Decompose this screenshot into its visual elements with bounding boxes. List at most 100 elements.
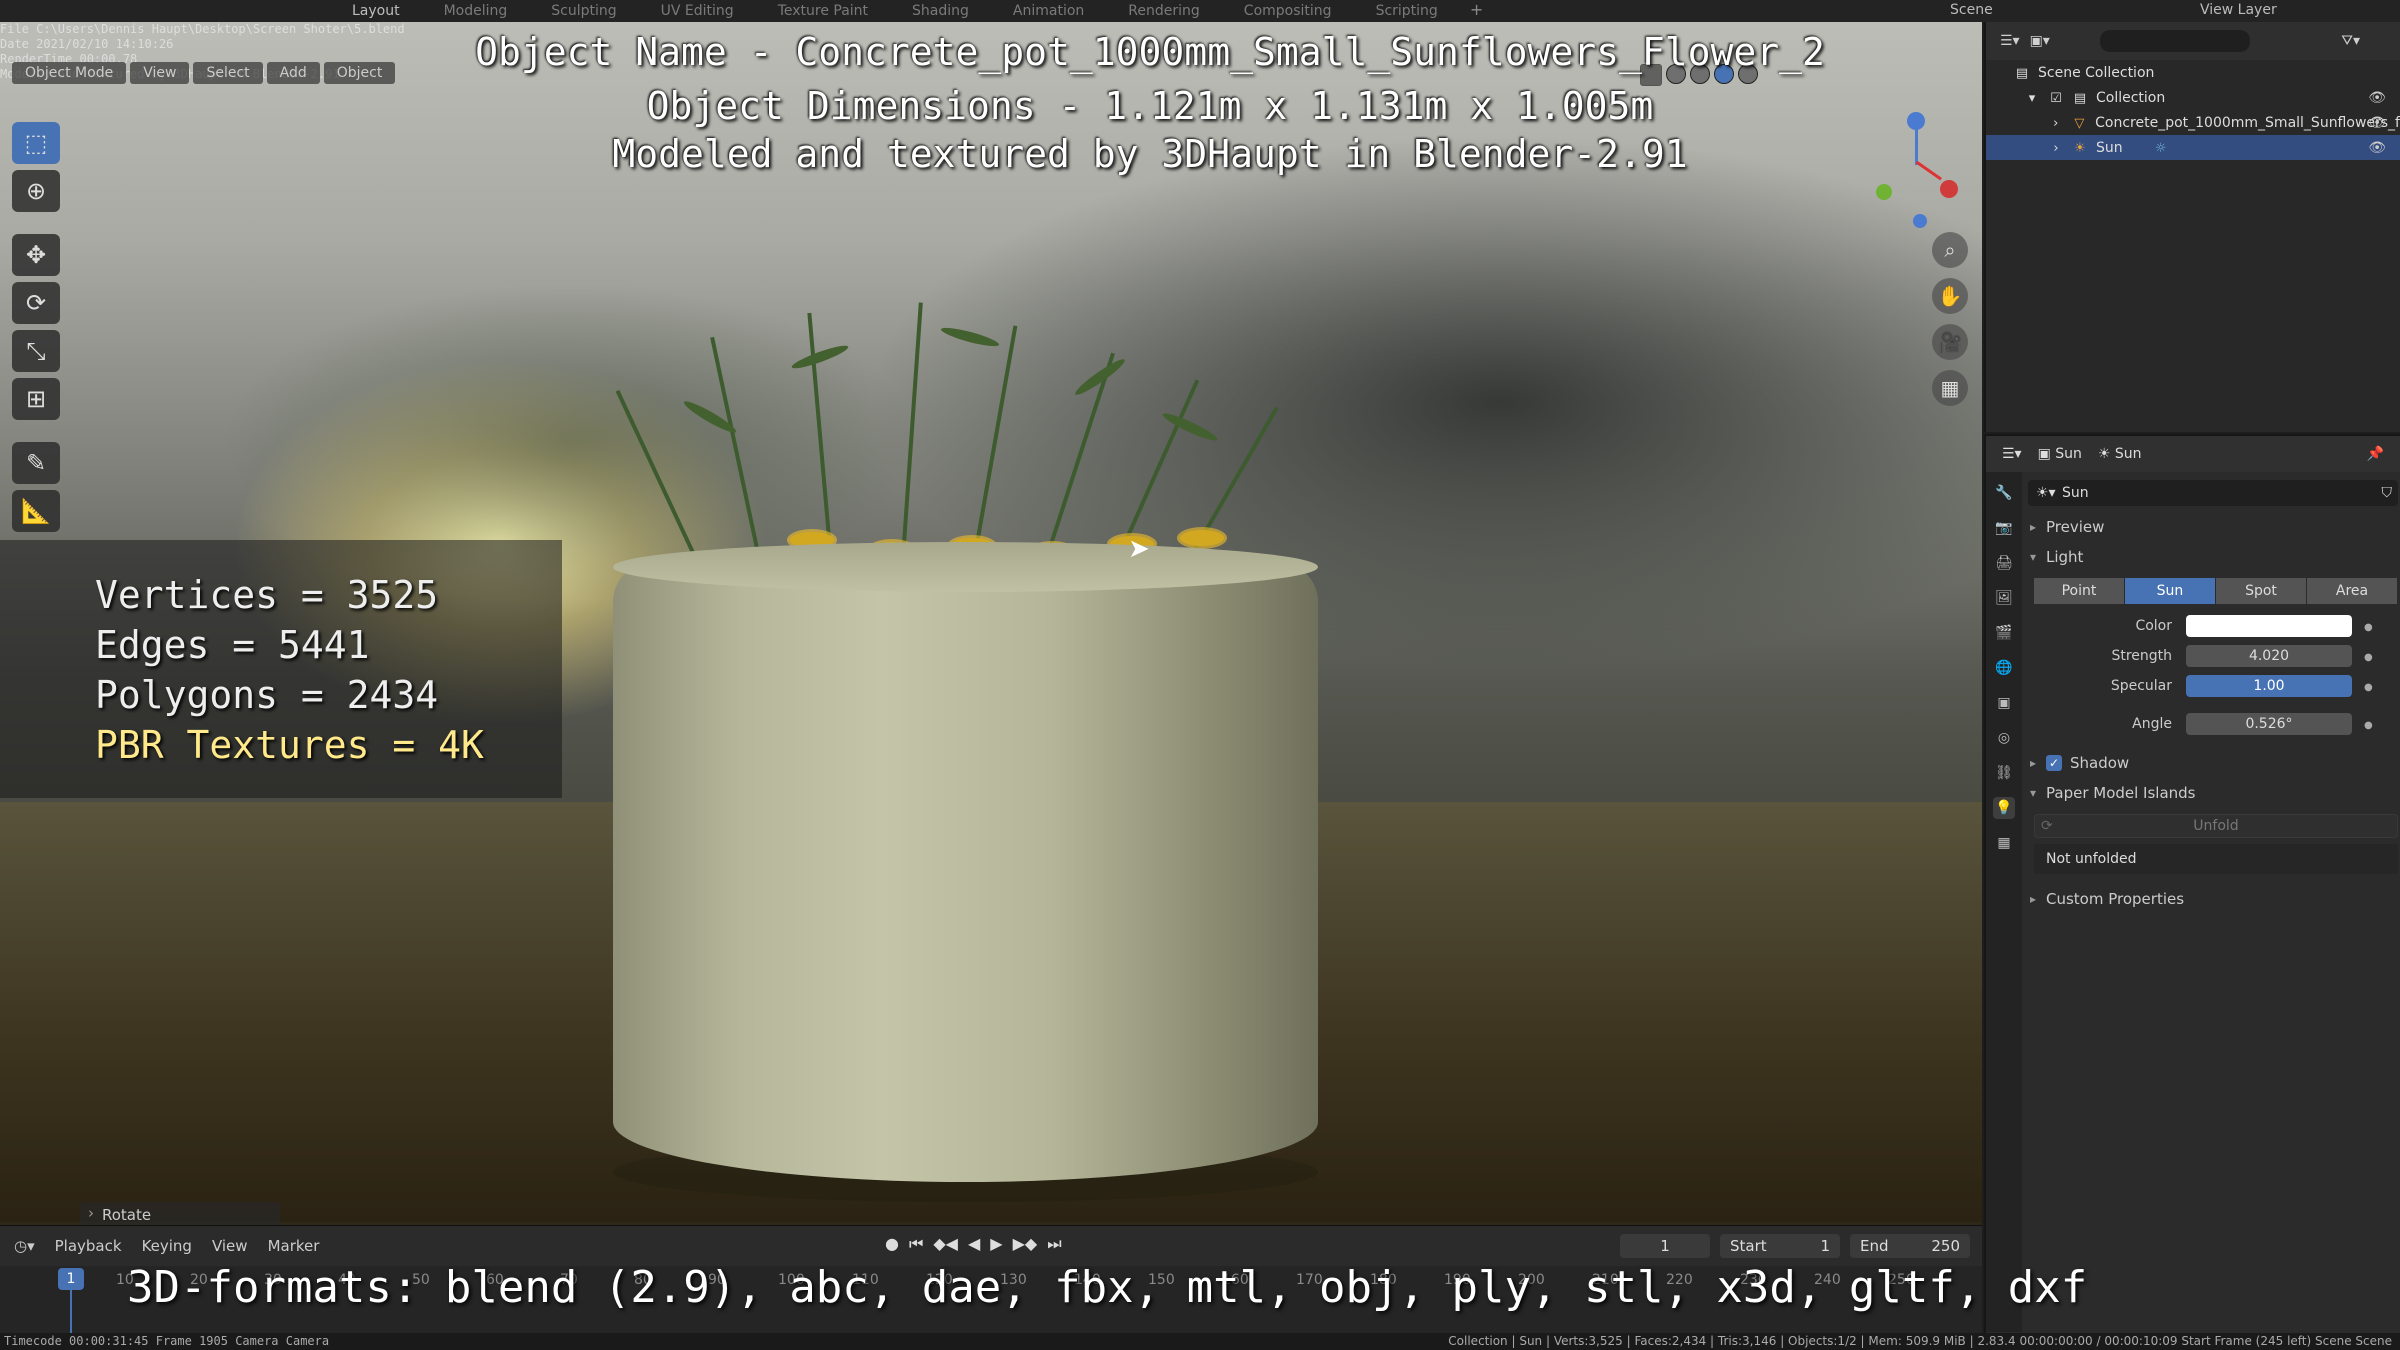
- navigation-gizmo[interactable]: [1860, 102, 1970, 228]
- pan-hand-icon[interactable]: ✋: [1932, 278, 1968, 314]
- z-axis-icon[interactable]: [1907, 112, 1925, 130]
- y-axis-icon[interactable]: [1876, 184, 1892, 200]
- tab-scripting[interactable]: Scripting: [1354, 0, 1460, 22]
- zoom-icon[interactable]: ⌕: [1932, 232, 1968, 268]
- tab-shading[interactable]: Shading: [890, 0, 991, 22]
- measure-tool-icon[interactable]: 📐: [12, 490, 60, 532]
- tab-uv-editing[interactable]: UV Editing: [639, 0, 756, 22]
- last-operator-panel[interactable]: Rotate: [80, 1202, 280, 1225]
- world-tab-icon[interactable]: 🌐: [1993, 657, 2015, 679]
- scene-collection-row[interactable]: ▤ Scene Collection: [1986, 60, 2400, 85]
- camera-view-icon[interactable]: 🎥: [1932, 324, 1968, 360]
- select-box-icon[interactable]: ⬚: [12, 122, 60, 164]
- checkbox-icon[interactable]: ☑: [2048, 91, 2064, 106]
- keyframe-dot-icon[interactable]: ●: [2364, 652, 2373, 663]
- light-datablock-field[interactable]: ☀▾ Sun ⛉: [2028, 480, 2398, 506]
- transform-tool-icon[interactable]: ⊞: [12, 378, 60, 420]
- 3d-viewport[interactable]: ➤ File C:\Users\Dennis Haupt\Desktop\Scr…: [0, 22, 1982, 1225]
- tab-rendering[interactable]: Rendering: [1106, 0, 1222, 22]
- visibility-eye-icon[interactable]: 👁: [2368, 115, 2386, 131]
- play-icon[interactable]: ▶: [990, 1234, 1002, 1254]
- tab-compositing[interactable]: Compositing: [1222, 0, 1354, 22]
- tab-animation[interactable]: Animation: [991, 0, 1106, 22]
- scene-selector[interactable]: Scene: [1920, 0, 2100, 22]
- rotate-tool-icon[interactable]: ⟳: [12, 282, 60, 324]
- shadow-checkbox[interactable]: ✓: [2046, 755, 2062, 771]
- constraints-tab-icon[interactable]: ⛓: [1993, 762, 2015, 784]
- refresh-icon[interactable]: ⟳: [2041, 818, 2053, 834]
- tab-sculpting[interactable]: Sculpting: [529, 0, 638, 22]
- light-data-tab-icon[interactable]: 💡: [1993, 797, 2015, 819]
- keyframe-dot-icon[interactable]: ●: [2364, 622, 2373, 633]
- annotate-tool-icon[interactable]: ✎: [12, 442, 60, 484]
- view-menu-timeline[interactable]: View: [202, 1237, 258, 1255]
- light-type-point[interactable]: Point: [2034, 578, 2125, 604]
- outliner-item[interactable]: › ▽ Concrete_pot_1000mm_Small_Sunflowers…: [1986, 110, 2400, 135]
- visibility-eye-icon[interactable]: 👁: [2368, 90, 2386, 106]
- x-axis-icon[interactable]: [1940, 180, 1958, 198]
- light-panel-header[interactable]: ▾ Light: [2028, 542, 2398, 572]
- shadow-panel-header[interactable]: ▸ ✓ Shadow: [2028, 748, 2398, 778]
- play-reverse-icon[interactable]: ◀: [968, 1234, 980, 1254]
- pin-icon[interactable]: 📌: [2367, 446, 2384, 462]
- collection-row[interactable]: ▾ ☑ ▤ Collection 👁: [1986, 85, 2400, 110]
- view-layer-selector[interactable]: View Layer: [2170, 0, 2370, 22]
- scale-tool-icon[interactable]: ⤡: [12, 330, 60, 372]
- current-frame-field[interactable]: 1: [1620, 1234, 1710, 1258]
- add-workspace-button[interactable]: +: [1460, 0, 1493, 22]
- jump-start-icon[interactable]: ⏮: [909, 1234, 923, 1254]
- perspective-toggle-icon[interactable]: ▦: [1932, 370, 1968, 406]
- marker-menu[interactable]: Marker: [258, 1237, 330, 1255]
- texture-tab-icon[interactable]: ▦: [1993, 832, 2015, 854]
- render-tab-icon[interactable]: 📷: [1993, 517, 2015, 539]
- tab-modeling[interactable]: Modeling: [422, 0, 530, 22]
- select-menu[interactable]: Select: [193, 62, 263, 84]
- light-type-sun[interactable]: Sun: [2125, 578, 2216, 604]
- keyframe-dot-icon[interactable]: ●: [2364, 720, 2373, 731]
- outliner-search-input[interactable]: [2099, 30, 2250, 52]
- editor-type-icon[interactable]: ☰▾: [2002, 446, 2022, 462]
- paper-model-panel-header[interactable]: ▾ Paper Model Islands: [2028, 778, 2398, 808]
- filter-icon[interactable]: ⛛▾: [2341, 33, 2360, 49]
- jump-end-icon[interactable]: ⏭: [1047, 1234, 1061, 1254]
- light-type-area[interactable]: Area: [2307, 578, 2398, 604]
- expand-arrow-icon[interactable]: ▾: [2024, 91, 2040, 106]
- neg-z-axis-icon[interactable]: [1913, 214, 1927, 228]
- keying-menu[interactable]: Keying: [132, 1237, 202, 1255]
- record-icon[interactable]: ●: [885, 1234, 899, 1254]
- fake-user-icon[interactable]: ⛉: [2382, 485, 2393, 501]
- specular-field[interactable]: 1.00: [2186, 675, 2352, 697]
- next-keyframe-icon[interactable]: ▶◆: [1013, 1234, 1038, 1254]
- move-tool-icon[interactable]: ✥: [12, 234, 60, 276]
- outliner-item-selected[interactable]: › ☀ Sun ☼ 👁: [1986, 135, 2400, 160]
- angle-field[interactable]: 0.526°: [2186, 713, 2352, 735]
- unfold-button[interactable]: ⟳ Unfold: [2034, 814, 2398, 838]
- physics-tab-icon[interactable]: ◎: [1993, 727, 2015, 749]
- playback-menu[interactable]: Playback: [45, 1237, 132, 1255]
- light-type-spot[interactable]: Spot: [2216, 578, 2307, 604]
- object-mode-dropdown[interactable]: Object Mode: [12, 62, 127, 84]
- color-swatch[interactable]: [2186, 615, 2352, 637]
- visibility-eye-icon[interactable]: 👁: [2368, 140, 2386, 156]
- view-menu[interactable]: View: [130, 62, 190, 84]
- keyframe-dot-icon[interactable]: ●: [2364, 682, 2373, 693]
- editor-type-icon[interactable]: ◷▾: [0, 1237, 45, 1255]
- cursor-tool-icon[interactable]: ⊕: [12, 170, 60, 212]
- data-breadcrumb[interactable]: ☀ Sun: [2098, 446, 2142, 462]
- concrete-pot[interactable]: [613, 542, 1318, 1202]
- object-tab-icon[interactable]: ▣: [1993, 692, 2015, 714]
- display-mode-icon[interactable]: ▣▾: [2030, 33, 2050, 49]
- tool-tab-icon[interactable]: 🔧: [1993, 482, 2015, 504]
- scene-tab-icon[interactable]: 🎬: [1993, 622, 2015, 644]
- expand-arrow-icon[interactable]: ›: [2048, 116, 2064, 131]
- preview-panel-header[interactable]: ▸ Preview: [2028, 512, 2398, 542]
- start-frame-field[interactable]: Start 1: [1720, 1234, 1840, 1258]
- tab-texture-paint[interactable]: Texture Paint: [756, 0, 890, 22]
- tab-layout[interactable]: Layout: [330, 0, 422, 22]
- object-breadcrumb[interactable]: ▣ Sun: [2038, 446, 2082, 462]
- end-frame-field[interactable]: End 250: [1850, 1234, 1970, 1258]
- expand-arrow-icon[interactable]: ›: [2048, 141, 2064, 156]
- prev-keyframe-icon[interactable]: ◆◀: [933, 1234, 958, 1254]
- output-tab-icon[interactable]: 🖨: [1993, 552, 2015, 574]
- strength-field[interactable]: 4.020: [2186, 645, 2352, 667]
